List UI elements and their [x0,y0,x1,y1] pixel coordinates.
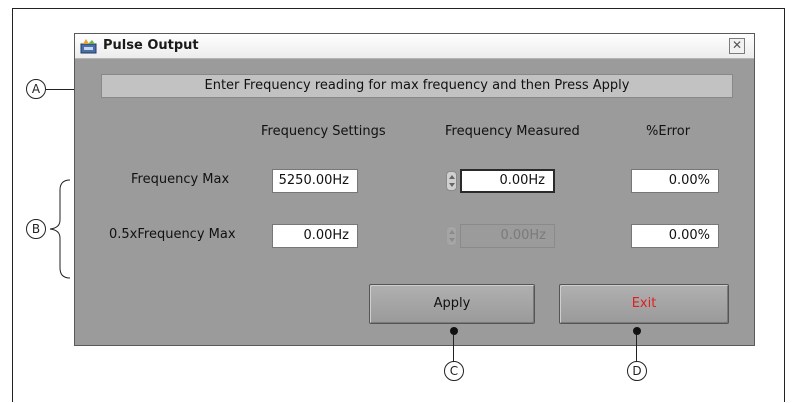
spinner-up-icon [449,230,455,234]
frequency-max-setting-field: 5250.00Hz [272,169,358,193]
callout-b-brace [49,179,71,279]
half-frequency-max-setting-value: 0.00Hz [303,228,349,243]
callout-b-label: B [31,222,41,236]
instruction-message: Enter Frequency reading for max frequenc… [101,74,733,98]
frequency-max-setting-value: 5250.00Hz [278,173,349,188]
close-icon: ✕ [731,38,743,52]
apply-button[interactable]: Apply [369,284,535,324]
pulse-output-window: Pulse Output ✕ Enter Frequency reading f… [74,33,755,346]
callout-d-label: D [632,364,642,378]
callout-b: B [26,219,46,239]
half-frequency-max-setting-field: 0.00Hz [272,224,358,248]
app-icon [80,39,97,54]
frequency-max-error-field: 0.00% [631,169,719,193]
exit-button-label: Exit [631,296,657,311]
header-error: %Error [646,124,691,139]
spinner-down-icon [449,238,455,242]
spinner-down-icon[interactable] [449,183,455,187]
title-bar: Pulse Output ✕ [75,34,754,59]
callout-d-leader [636,335,637,362]
window-title: Pulse Output [103,38,199,53]
callout-a-label: A [31,82,41,96]
callout-d-dot [633,327,641,335]
frequency-max-error-value: 0.00% [668,173,710,188]
half-frequency-max-spinner [446,226,457,246]
apply-button-label: Apply [433,296,471,311]
callout-a: A [26,79,46,99]
frequency-max-spinner[interactable] [446,171,457,191]
callout-c-label: C [449,364,459,378]
instruction-text: Enter Frequency reading for max frequenc… [204,78,630,93]
half-frequency-max-error-value: 0.00% [668,228,710,243]
exit-button[interactable]: Exit [559,284,729,324]
callout-c-leader [453,335,454,362]
frequency-max-measured-input[interactable]: 0.00Hz [460,169,555,193]
row-label-frequency-max: Frequency Max [131,172,230,187]
header-frequency-measured: Frequency Measured [445,124,580,139]
close-button[interactable]: ✕ [729,38,745,54]
half-frequency-max-error-field: 0.00% [631,224,719,248]
callout-c: C [444,361,464,381]
spinner-up-icon[interactable] [449,175,455,179]
row-label-half-frequency-max: 0.5xFrequency Max [109,227,236,242]
callout-d: D [627,361,647,381]
half-frequency-max-measured-input: 0.00Hz [460,224,555,248]
header-frequency-settings: Frequency Settings [261,124,386,139]
half-frequency-max-measured-value: 0.00Hz [500,228,546,243]
callout-c-dot [450,327,458,335]
frequency-max-measured-value: 0.00Hz [499,173,545,188]
